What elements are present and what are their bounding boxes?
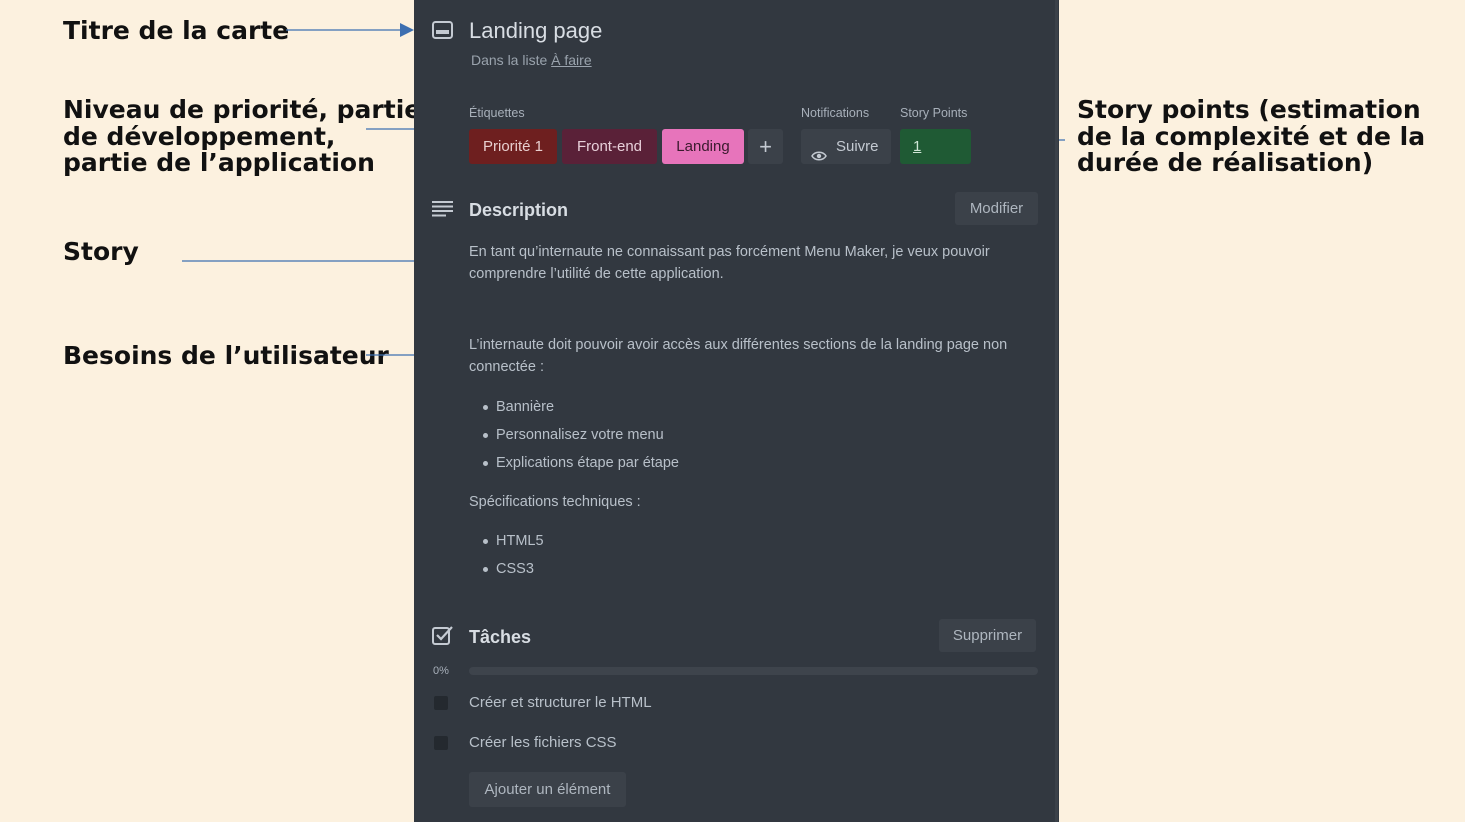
scrollbar[interactable] <box>1055 0 1058 822</box>
arrow-story <box>182 253 446 269</box>
list-link[interactable]: À faire <box>551 52 591 68</box>
add-label-button[interactable]: + <box>748 129 783 164</box>
card-detail-panel: Landing page Dans la liste À faire Étiqu… <box>414 0 1059 822</box>
annotation-labels-line-1: Niveau de priorité, partie <box>63 95 422 124</box>
card-list-info: Dans la liste À faire <box>471 52 592 68</box>
description-title: Description <box>469 200 569 220</box>
add-task-button[interactable]: Ajouter un élément <box>469 772 626 807</box>
card-title[interactable]: Landing page <box>469 18 602 44</box>
edit-description-button[interactable]: Modifier <box>955 192 1038 225</box>
list-item: HTML5 <box>469 527 544 555</box>
description-story: En tant qu’internaute ne connaissant pas… <box>469 244 990 282</box>
progress-percent: 0% <box>433 665 449 677</box>
specs-list: HTML5 CSS3 <box>469 527 544 583</box>
label-priority[interactable]: Priorité 1 <box>469 129 557 164</box>
story-points-value[interactable]: 1 <box>900 129 971 164</box>
notifications-heading: Notifications <box>801 106 870 120</box>
story-points-number: 1 <box>913 138 922 155</box>
description-needs-intro: L’internaute doit pouvoir avoir accès au… <box>469 337 1008 375</box>
annotation-story-points: Story points (estimation de la complexit… <box>1077 95 1426 177</box>
task-checkbox-1[interactable] <box>434 696 448 710</box>
checklist-icon <box>432 626 453 650</box>
annotation-card-title: Titre de la carte <box>63 16 290 45</box>
list-item: CSS3 <box>469 555 544 583</box>
task-item-2[interactable]: Créer les fichiers CSS <box>469 734 617 751</box>
annotation-story-points-line-3: durée de réalisation) <box>1077 148 1374 177</box>
task-item-1[interactable]: Créer et structurer le HTML <box>469 694 652 711</box>
label-front-end[interactable]: Front-end <box>562 129 657 164</box>
arrow-card-title <box>286 22 416 38</box>
description-specs-intro: Spécifications techniques : <box>469 494 641 510</box>
annotation-story: Story <box>63 237 139 266</box>
label-landing[interactable]: Landing <box>662 129 744 164</box>
annotation-story-points-line-1: Story points (estimation <box>1077 95 1421 124</box>
list-item: Personnalisez votre menu <box>469 421 679 449</box>
needs-list: Bannière Personnalisez votre menu Explic… <box>469 393 679 477</box>
watch-button[interactable]: Suivre <box>801 129 891 164</box>
description-icon <box>432 201 453 222</box>
tasks-title: Tâches <box>469 627 532 647</box>
labels-heading: Étiquettes <box>469 106 525 120</box>
card-icon <box>432 21 453 44</box>
list-item: Explications étape par étape <box>469 449 679 477</box>
task-checkbox-2[interactable] <box>434 736 448 750</box>
annotation-story-points-line-2: de la complexité et de la <box>1077 121 1426 151</box>
annotation-user-needs: Besoins de l’utilisateur <box>63 341 389 370</box>
progress-bar <box>469 667 1038 675</box>
watch-label: Suivre <box>836 138 879 155</box>
eye-icon <box>811 140 827 175</box>
delete-checklist-button[interactable]: Supprimer <box>939 619 1036 652</box>
in-list-prefix: Dans la liste <box>471 52 548 68</box>
annotation-labels-line-3: partie de l’application <box>63 148 375 177</box>
list-item: Bannière <box>469 393 679 421</box>
story-points-heading: Story Points <box>900 106 968 120</box>
